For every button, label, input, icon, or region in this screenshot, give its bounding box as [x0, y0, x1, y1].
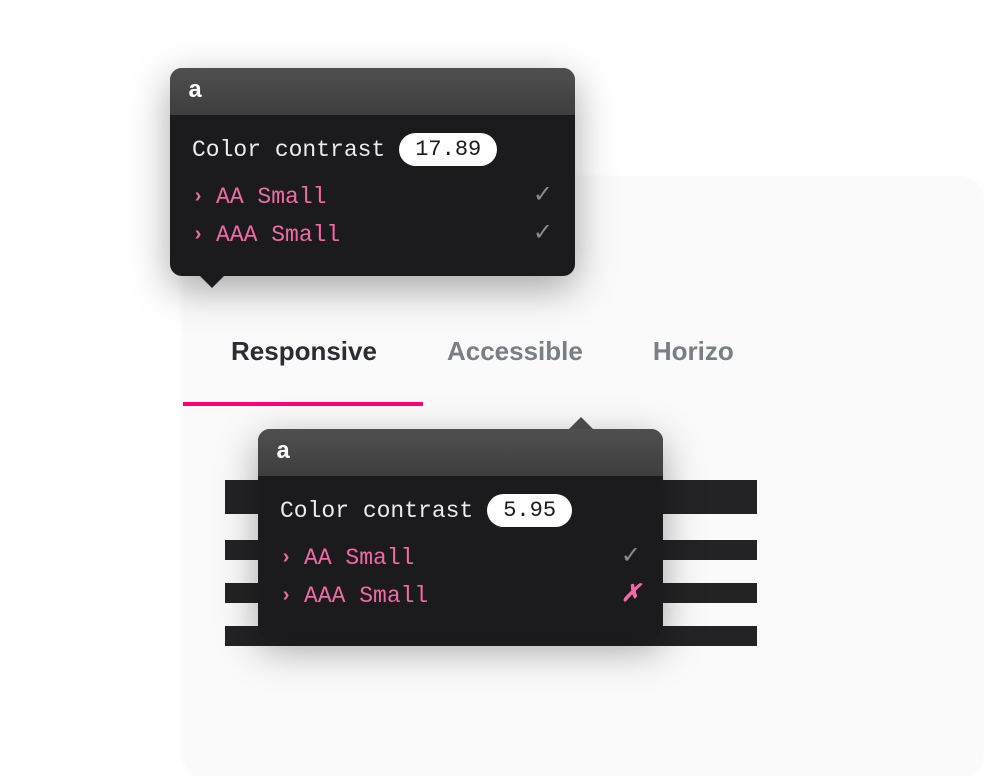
contrast-row: Color contrast 17.89 — [192, 133, 553, 166]
contrast-tooltip: a Color contrast 5.95 › AA Small ✓ › AAA… — [258, 429, 663, 637]
check-icon: ✓ — [533, 185, 553, 209]
tooltip-header: a — [258, 429, 663, 476]
tooltip-header: a — [170, 68, 575, 115]
contrast-label: Color contrast — [280, 498, 473, 524]
tab-accessible[interactable]: Accessible — [447, 336, 583, 397]
contrast-label: Color contrast — [192, 137, 385, 163]
tab-underline — [183, 402, 423, 406]
tooltip-body: Color contrast 5.95 › AA Small ✓ › AAA S… — [258, 476, 663, 637]
criteria-row-aaa-small[interactable]: › AAA Small ✗ — [280, 577, 641, 615]
chevron-right-icon: › — [280, 547, 292, 570]
tooltip-body: Color contrast 17.89 › AA Small ✓ › AAA … — [170, 115, 575, 276]
tab-horizontal[interactable]: Horizo — [653, 336, 734, 397]
criteria-row-aa-small[interactable]: › AA Small ✓ — [280, 539, 641, 577]
criteria-name: AA Small — [216, 184, 326, 210]
criteria-name: AA Small — [304, 545, 414, 571]
tooltip-pointer-icon — [569, 417, 593, 429]
contrast-value-badge: 5.95 — [487, 494, 572, 527]
contrast-tooltip: a Color contrast 17.89 › AA Small ✓ › AA… — [170, 68, 575, 276]
tab-bar: Responsive Accessible Horizo — [183, 336, 734, 397]
element-glyph: a — [188, 78, 202, 105]
criteria-row-aaa-small[interactable]: › AAA Small ✓ — [192, 216, 553, 254]
chevron-right-icon: › — [192, 224, 204, 247]
criteria-name: AAA Small — [216, 222, 340, 248]
chevron-right-icon: › — [192, 186, 204, 209]
criteria-row-aa-small[interactable]: › AA Small ✓ — [192, 178, 553, 216]
contrast-row: Color contrast 5.95 — [280, 494, 641, 527]
tooltip-pointer-icon — [200, 276, 224, 288]
check-icon: ✓ — [533, 223, 553, 247]
element-glyph: a — [276, 439, 290, 466]
chevron-right-icon: › — [280, 585, 292, 608]
contrast-value-badge: 17.89 — [399, 133, 497, 166]
cross-icon: ✗ — [621, 584, 641, 608]
tab-responsive[interactable]: Responsive — [231, 336, 377, 397]
criteria-name: AAA Small — [304, 583, 428, 609]
check-icon: ✓ — [621, 546, 641, 570]
